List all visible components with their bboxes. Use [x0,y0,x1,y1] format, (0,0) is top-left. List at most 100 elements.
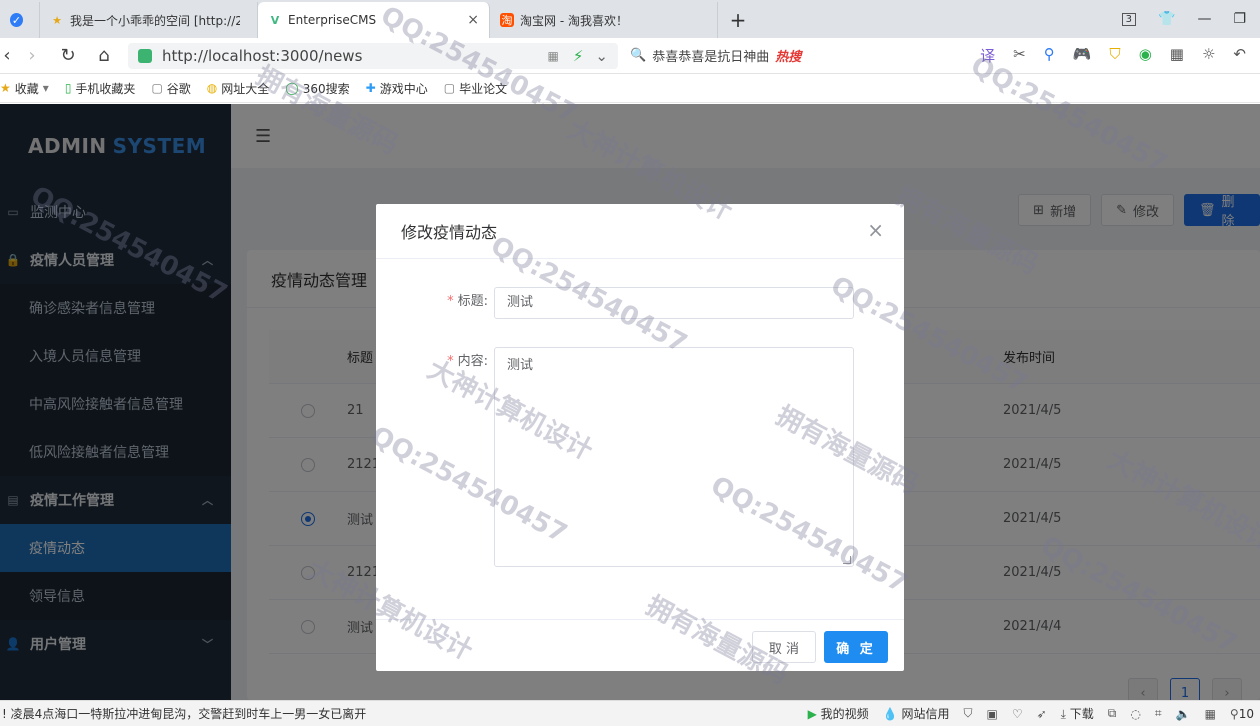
new-tab-button[interactable]: + [718,2,758,38]
tab-enterprisecms[interactable]: V EnterpriseCMS × [258,2,490,38]
window-controls: 3 👕 — ❐ [1121,0,1260,38]
bookmark-label: 收藏 [14,81,39,96]
edit-news-dialog: 修改疫情动态 × * 标题: 测试 * 内容: 测试 取 消 确 定 [376,204,904,671]
grid-icon[interactable]: ▦ [1170,45,1184,66]
sun-icon[interactable]: ☼ [1202,45,1215,66]
dialog-title: 修改疫情动态 [401,223,498,242]
search-hint: 恭喜恭喜是抗日神曲 [652,50,770,65]
page-icon: ▢ [443,81,456,95]
translate-icon[interactable]: 译 [980,45,995,66]
bookmark-label: 手机收藏夹 [75,81,136,96]
tab-taobao[interactable]: 淘 淘宝网 - 淘我喜欢！ [490,2,718,38]
tab-label: 我是一个小乖乖的空间 [http://2 [70,13,240,28]
url-text: http://localhost:3000/news [162,46,363,65]
close-icon[interactable]: × [867,220,884,240]
gamepad-icon: ✚ [365,81,376,95]
news-ticker[interactable]: ! 凌晨4点海口一特斯拉冲进甸昆沟，交警赶到时车上一男一女已离开 [0,705,366,722]
toolbar-icons: 译 ✂ ⚲ 🎮 ⛉ ◉ ▦ ☼ ↶ [980,45,1260,66]
drop-icon: 💧 [882,707,898,721]
content-textarea[interactable]: 测试 [494,347,854,567]
tab-count-badge[interactable]: 3 [1121,12,1136,26]
bookmark-games[interactable]: ✚ 游戏中心 [366,80,428,97]
play-icon: ▶ [807,707,817,721]
undo-icon[interactable]: ↶ [1233,45,1246,66]
content-textarea-value: 测试 [507,358,534,373]
magnifier-icon[interactable]: ⚲ [1044,45,1055,66]
bookmark-label: 游戏中心 [379,81,428,96]
content-form-row: * 内容: 测试 [376,347,854,567]
credit-link[interactable]: 💧 网站信用 [883,705,950,722]
puzzle-icon[interactable]: ⧉ [1108,706,1117,721]
search-suggest[interactable]: 🔍 恭喜恭喜是抗日神曲 热搜 [630,46,801,65]
shield-badge-icon[interactable]: ⛉ [1109,45,1120,66]
zoom-label: 10 [1238,706,1254,721]
taobao-icon: 淘 [500,13,514,27]
globe-icon: ◍ [206,81,218,95]
title-label-text: 标题: [457,294,488,309]
bookmark-sites[interactable]: ◍ 网址大全 [207,80,270,97]
confirm-button[interactable]: 确 定 [824,631,888,663]
home-icon[interactable]: ⌂ [86,45,122,66]
rocket-icon[interactable]: ➶ [1037,707,1047,721]
cancel-button[interactable]: 取 消 [752,631,816,663]
bookmark-thesis[interactable]: ▢ 毕业论文 [444,80,507,97]
tab-qzone[interactable]: ★ 我是一个小乖乖的空间 [http://2 [40,2,258,38]
title-form-row: * 标题: 测试 [376,287,854,319]
address-bar: ‹ › ↻ ⌂ http://localhost:3000/news ▦ ⚡ ⌄… [0,38,1260,74]
url-input[interactable]: http://localhost:3000/news ▦ ⚡ ⌄ [128,42,618,69]
layout-icon[interactable]: ▦ [1205,707,1216,721]
bookmark-label: 360搜索 [302,81,350,96]
bookmark-google[interactable]: ▢ 谷歌 [151,80,190,97]
zoom-icon: ⚲ [1229,706,1239,721]
scissors-icon[interactable]: ✂ [1013,45,1026,66]
qr-icon[interactable]: ▦ [548,49,559,63]
game-icon[interactable]: 🎮 [1073,45,1092,66]
minimize-icon[interactable]: — [1197,11,1211,27]
shield-outline-icon[interactable]: ⛉ [963,706,972,721]
restore-icon[interactable]: ❐ [1233,11,1246,27]
download-label: 下载 [1069,707,1094,721]
bookmark-label: 毕业论文 [459,81,508,96]
search-icon: 🔍 [630,48,647,63]
bookmark-mobile[interactable]: ▯ 手机收藏夹 [65,80,136,97]
caret-down-icon: ▾ [42,81,49,95]
dialog-footer: 取 消 确 定 [376,619,904,671]
bookmarks-bar: ★ 收藏 ▾ ▯ 手机收藏夹 ▢ 谷歌 ◍ 网址大全 ◯ 360搜索 ✚ 游戏中心 ▢ 毕业论文 [0,74,1260,103]
title-field-label: * 标题: [376,287,494,317]
title-input[interactable]: 测试 [494,287,854,319]
back-icon[interactable]: ‹ [0,45,14,66]
video-link[interactable]: ▶ 我的视频 [808,705,869,722]
bookmark-favorites[interactable]: ★ 收藏 ▾ [0,80,49,97]
zoom-control[interactable]: ⚲10 [1230,707,1254,721]
browser-icon[interactable]: ◌ [1130,707,1140,721]
tab-strip: ✓ ★ 我是一个小乖乖的空间 [http://2 V EnterpriseCMS… [0,0,1260,38]
bookmark-360[interactable]: ◯ 360搜索 [285,80,349,97]
bolt-icon[interactable]: ⚡ [573,47,584,65]
360-icon: ◯ [285,81,299,95]
video-label: 我的视频 [820,707,869,721]
reload-icon[interactable]: ↻ [50,45,86,66]
required-mark: * [447,354,454,369]
download-link[interactable]: ⤓ 下载 [1061,705,1094,722]
crop-icon[interactable]: ⌗ [1155,706,1162,721]
dialog-header: 修改疫情动态 × [376,204,904,259]
status-bar: ! 凌晨4点海口一特斯拉冲进甸昆沟，交警赶到时车上一男一女已离开 ▶ 我的视频 … [0,700,1260,726]
tab-label: EnterpriseCMS [288,13,377,27]
browser-logo[interactable]: ✓ [0,2,40,38]
close-icon[interactable]: × [459,12,479,28]
chevron-down-icon[interactable]: ⌄ [595,47,608,65]
hot-search-label: 热搜 [775,50,802,65]
circle-app-icon[interactable]: ◉ [1139,45,1152,66]
heart-icon[interactable]: ♡ [1012,707,1023,721]
forward-icon[interactable]: › [14,45,50,66]
bookmark-label: 网址大全 [221,81,270,96]
resize-handle[interactable] [843,556,851,564]
star-icon: ★ [52,13,62,27]
content-field-label: * 内容: [376,347,494,377]
image-icon[interactable]: ▣ [986,707,997,721]
star-icon: ★ [0,81,11,95]
shirt-icon[interactable]: 👕 [1158,11,1175,27]
phone-icon: ▯ [64,81,72,95]
volume-icon[interactable]: 🔈 [1176,707,1191,721]
browser-logo-icon: ✓ [10,13,23,27]
